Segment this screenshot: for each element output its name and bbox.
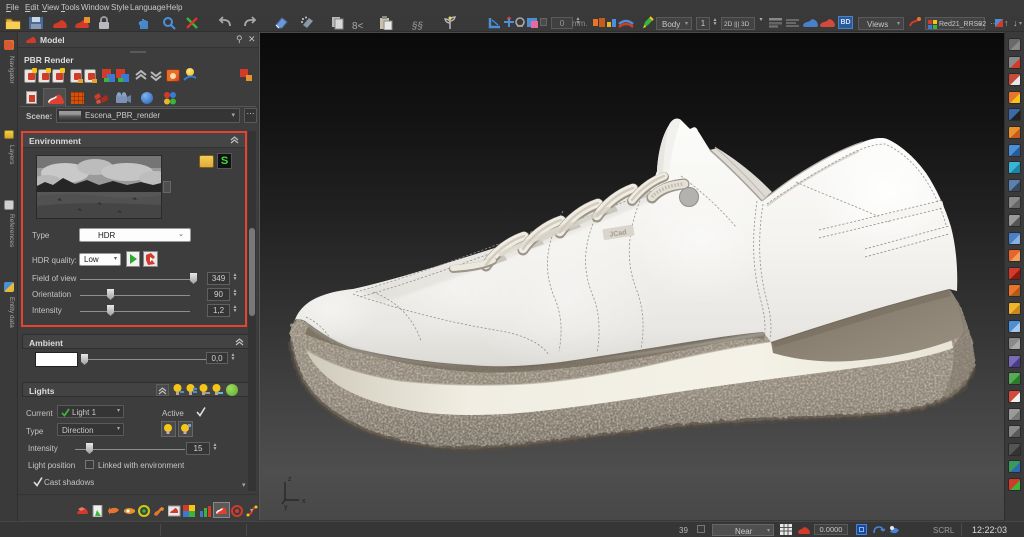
svg-text:y: y <box>284 504 288 511</box>
svg-text:z: z <box>288 476 292 483</box>
svg-text:x: x <box>302 498 306 505</box>
